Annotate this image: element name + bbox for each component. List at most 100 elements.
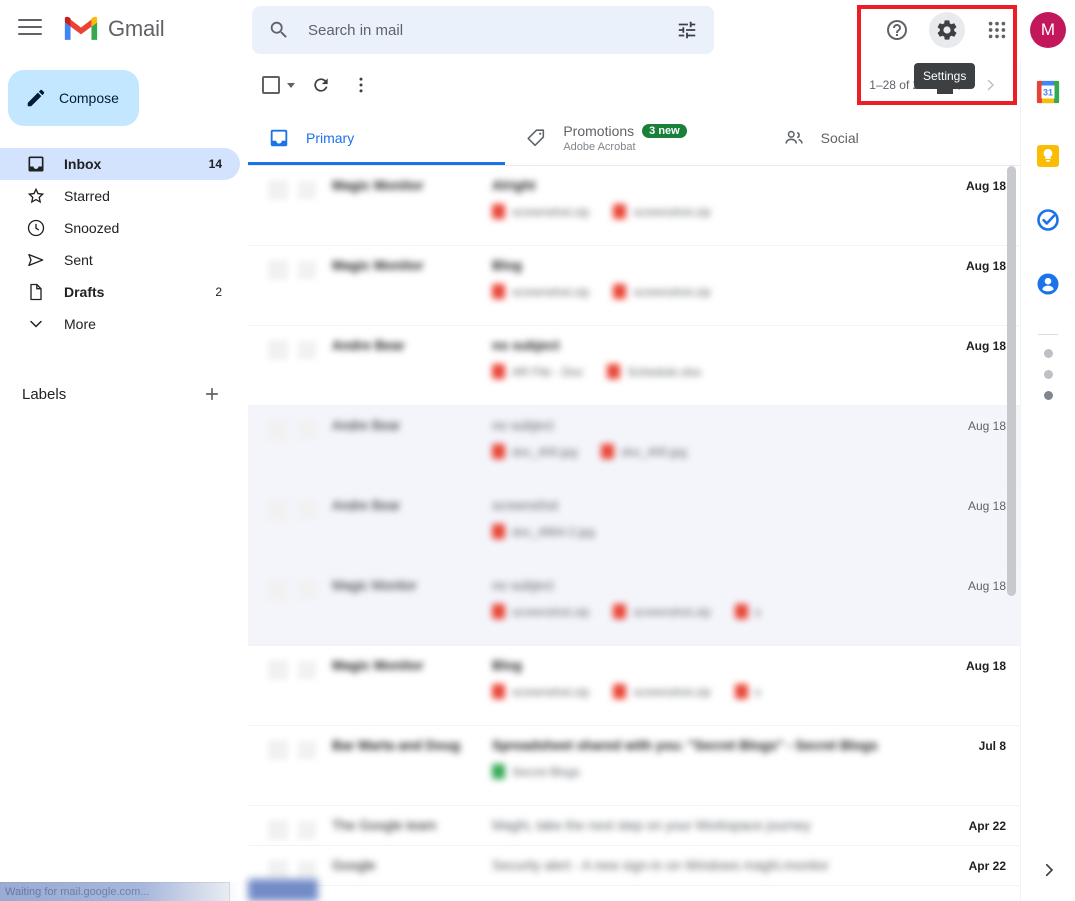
tab-social[interactable]: Social: [763, 110, 1020, 165]
attachment-chip[interactable]: screenshot.zip: [492, 284, 589, 299]
table-row[interactable]: Andre Bearscreenshotdoc_4864-2.jpgAug 18: [248, 486, 1020, 566]
attachment-chip[interactable]: screenshot.zip: [613, 284, 710, 299]
google-contacts-icon[interactable]: [1034, 270, 1062, 298]
star-icon[interactable]: [298, 181, 316, 199]
refresh-icon[interactable]: [303, 67, 339, 103]
table-row[interactable]: Magic MonitorBlogscreenshot.zipscreensho…: [248, 246, 1020, 326]
sidebar-item-inbox[interactable]: Inbox 14: [0, 148, 240, 180]
sidebar-item-snoozed[interactable]: Snoozed: [0, 212, 240, 244]
sidebar-item-starred[interactable]: Starred: [0, 180, 240, 212]
plus-icon[interactable]: [202, 384, 222, 404]
row-checkbox[interactable]: [268, 340, 288, 360]
chevron-down-icon[interactable]: [287, 83, 295, 88]
more-vert-icon[interactable]: [343, 67, 379, 103]
main-menu-icon[interactable]: [18, 19, 42, 41]
google-calendar-icon[interactable]: 31: [1034, 78, 1062, 106]
attachment-chip[interactable]: AR File - Doc: [492, 364, 583, 379]
chevron-right-icon[interactable]: [974, 69, 1006, 101]
sidebar: Compose Inbox 14 Starred: [0, 60, 240, 901]
table-row[interactable]: GoogleSecurity alert - A new sign-in on …: [248, 846, 1020, 886]
email-subject: no subject: [492, 338, 924, 353]
avatar[interactable]: M: [1030, 12, 1066, 48]
star-icon[interactable]: [298, 341, 316, 359]
attachment-chip[interactable]: s: [735, 684, 761, 699]
row-checkbox[interactable]: [268, 860, 288, 880]
attachment-file-icon: [613, 204, 626, 219]
attachment-chip[interactable]: s: [735, 604, 761, 619]
chevron-right-icon[interactable]: [1021, 861, 1075, 879]
star-icon[interactable]: [298, 861, 316, 879]
star-icon[interactable]: [298, 741, 316, 759]
tune-icon[interactable]: [676, 19, 698, 41]
row-checkbox[interactable]: [268, 660, 288, 680]
table-row[interactable]: Andre Bearno subjectdoc_400.jpgdoc_400.j…: [248, 406, 1020, 486]
star-icon[interactable]: [298, 581, 316, 599]
help-icon[interactable]: [879, 12, 915, 48]
table-row[interactable]: Andre Bearno subjectAR File - DocSchedul…: [248, 326, 1020, 406]
star-icon[interactable]: [298, 661, 316, 679]
table-row[interactable]: Magic MonitorAlrightscreenshot.zipscreen…: [248, 166, 1020, 246]
attachment-name: screenshot.zip: [633, 605, 710, 619]
rail-dot[interactable]: [1044, 349, 1053, 358]
row-checkbox[interactable]: [268, 740, 288, 760]
attachment-chips: screenshot.zip screenshot.zip: [492, 204, 924, 219]
row-checkbox[interactable]: [268, 580, 288, 600]
table-row[interactable]: Magic MonitorBlogscreenshot.zipscreensho…: [248, 646, 1020, 726]
sidebar-item-label: Inbox: [64, 156, 209, 172]
row-checkbox[interactable]: [268, 420, 288, 440]
gear-icon[interactable]: [929, 12, 965, 48]
attachment-chip[interactable]: screenshot.zip: [492, 604, 589, 619]
email-sender: Magic Monitor: [332, 658, 492, 673]
email-sender: Magic Monitor: [332, 258, 492, 273]
attachment-chip[interactable]: screenshot.zip: [613, 684, 710, 699]
tab-label: Social: [821, 130, 859, 146]
attachment-chip[interactable]: doc_400.jpg: [492, 444, 577, 459]
row-checkbox[interactable]: [268, 500, 288, 520]
star-icon[interactable]: [298, 261, 316, 279]
apps-grid-icon[interactable]: [979, 12, 1015, 48]
tab-primary[interactable]: Primary: [248, 110, 505, 165]
star-icon[interactable]: [298, 501, 316, 519]
gmail-logo[interactable]: Gmail: [62, 14, 164, 43]
sidebar-item-drafts[interactable]: Drafts 2: [0, 276, 240, 308]
attachment-chip[interactable]: screenshot.zip: [492, 684, 589, 699]
google-keep-icon[interactable]: [1034, 142, 1062, 170]
star-icon[interactable]: [298, 821, 316, 839]
chevron-down-icon: [26, 314, 46, 334]
tab-promotions[interactable]: Promotions 3 new Adobe Acrobat: [505, 110, 762, 165]
rail-dot[interactable]: [1044, 370, 1053, 379]
table-row[interactable]: Bar Marta and DougSpreadsheet shared wit…: [248, 726, 1020, 806]
attachment-chips: screenshot.zip screenshot.zip s: [492, 684, 924, 699]
google-tasks-icon[interactable]: [1034, 206, 1062, 234]
search-input[interactable]: [308, 22, 676, 39]
compose-button[interactable]: Compose: [8, 70, 139, 126]
attachment-chip[interactable]: doc_4864-2.jpg: [492, 524, 595, 539]
email-sender: Magic Monitor: [332, 578, 492, 593]
attachment-chips: doc_4864-2.jpg: [492, 524, 924, 539]
sidebar-item-more[interactable]: More: [0, 308, 240, 340]
attachment-file-icon: [613, 684, 626, 699]
mail-toolbar: 1–28 of 28: [248, 60, 1020, 110]
sidebar-item-sent[interactable]: Sent: [0, 244, 240, 276]
row-checkbox[interactable]: [268, 820, 288, 840]
star-icon[interactable]: [298, 421, 316, 439]
row-checkbox[interactable]: [268, 180, 288, 200]
attachment-name: screenshot.zip: [633, 205, 710, 219]
attachment-chip[interactable]: screenshot.zip: [492, 204, 589, 219]
select-all-checkbox[interactable]: [262, 76, 295, 94]
attachment-chip[interactable]: Secret Blogs: [492, 764, 580, 779]
settings-tooltip: Settings: [914, 63, 975, 89]
attachment-chip[interactable]: doc_400.jpg: [601, 444, 686, 459]
table-row[interactable]: Magic Monitorno subjectscreenshot.zipscr…: [248, 566, 1020, 646]
attachment-chip[interactable]: screenshot.zip: [613, 204, 710, 219]
email-list-scrollbar[interactable]: [1007, 166, 1016, 901]
rail-dot[interactable]: [1044, 391, 1053, 400]
table-row[interactable]: The Google teamMaghi, take the next step…: [248, 806, 1020, 846]
search-bar[interactable]: [252, 6, 714, 54]
attachment-chip[interactable]: Schedule.xlsx: [607, 364, 701, 379]
row-checkbox[interactable]: [268, 260, 288, 280]
email-subject: no subject: [492, 418, 924, 433]
email-date: Aug 18: [924, 419, 1020, 433]
scrollbar-thumb[interactable]: [1007, 166, 1016, 596]
attachment-chip[interactable]: screenshot.zip: [613, 604, 710, 619]
